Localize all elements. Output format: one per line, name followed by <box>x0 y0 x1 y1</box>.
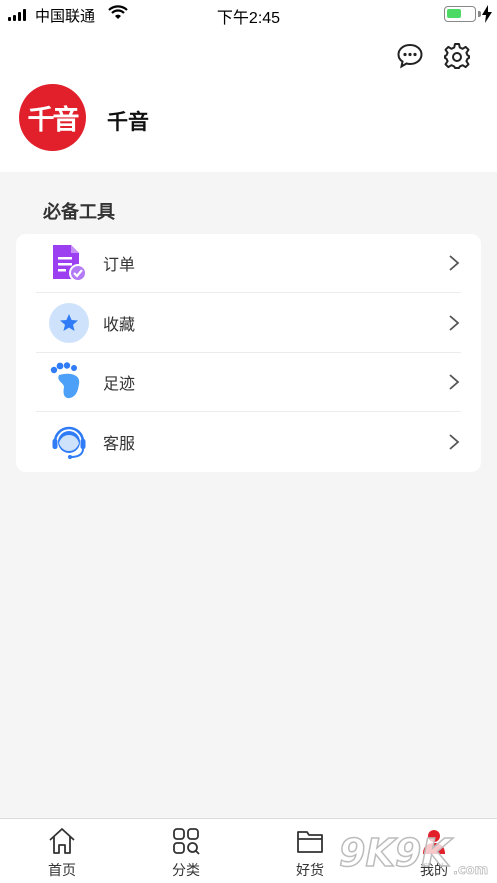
tool-row-label: 订单 <box>103 257 136 274</box>
watermark-logo: 9K9K .com <box>338 830 488 878</box>
username: 千音 <box>107 111 149 134</box>
avatar[interactable]: 千音 <box>19 84 86 151</box>
tab-home[interactable]: 首页 <box>0 819 124 883</box>
charging-icon <box>482 5 492 23</box>
star-icon <box>49 303 89 343</box>
tools-card: 订单 收藏 足迹 客服 <box>16 234 481 472</box>
chevron-right-icon <box>449 315 460 331</box>
svg-text:.com: .com <box>453 863 488 878</box>
battery-cap <box>478 11 481 17</box>
chevron-right-icon <box>449 374 460 390</box>
chat-bubble-icon[interactable] <box>396 42 424 70</box>
folder-icon <box>297 831 323 853</box>
home-icon <box>49 828 75 854</box>
tool-row-favorites[interactable]: 收藏 <box>36 294 461 353</box>
order-document-icon <box>49 243 89 283</box>
tool-row-label: 收藏 <box>103 317 136 334</box>
tool-row-label: 足迹 <box>103 376 136 393</box>
tab-label: 首页 <box>48 862 76 878</box>
clock: 下午2:45 <box>216 10 281 27</box>
tool-row-customer-service[interactable]: 客服 <box>36 412 461 471</box>
tab-category[interactable]: 分类 <box>124 819 248 883</box>
battery-icon <box>444 6 476 22</box>
grid-search-icon <box>173 828 200 855</box>
battery-level <box>447 9 461 18</box>
chevron-right-icon <box>449 255 460 271</box>
chevron-right-icon <box>449 433 460 450</box>
section-title: 必备工具 <box>43 202 115 222</box>
tab-label: 分类 <box>172 862 200 878</box>
status-bar: 中国联通 下午2:45 <box>0 0 497 30</box>
tool-row-orders[interactable]: 订单 <box>36 234 461 293</box>
gear-icon[interactable] <box>443 42 471 70</box>
tool-row-label: 客服 <box>103 435 136 453</box>
footprint-icon <box>49 362 89 402</box>
tool-row-footprints[interactable]: 足迹 <box>36 353 461 412</box>
profile-header: 千音 千音 <box>0 30 497 172</box>
svg-text:9K9K: 9K9K <box>339 831 453 875</box>
headset-icon <box>49 422 89 462</box>
